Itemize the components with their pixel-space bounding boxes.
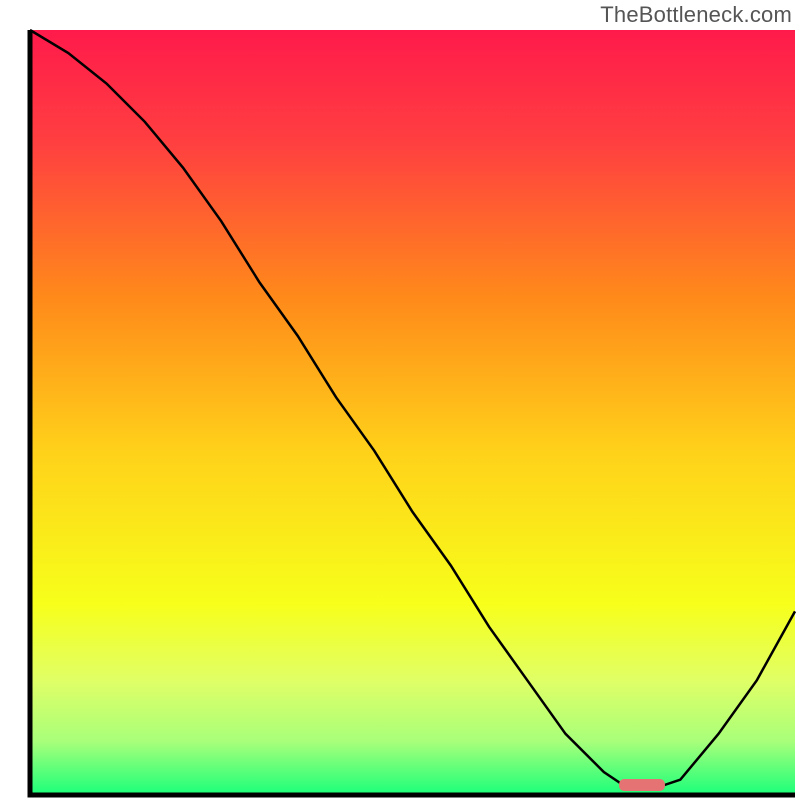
chart-container: TheBottleneck.com bbox=[0, 0, 800, 800]
chart-svg bbox=[0, 0, 800, 800]
watermark-text: TheBottleneck.com bbox=[600, 2, 792, 28]
optimal-marker bbox=[619, 779, 665, 791]
plot-background bbox=[30, 30, 795, 795]
